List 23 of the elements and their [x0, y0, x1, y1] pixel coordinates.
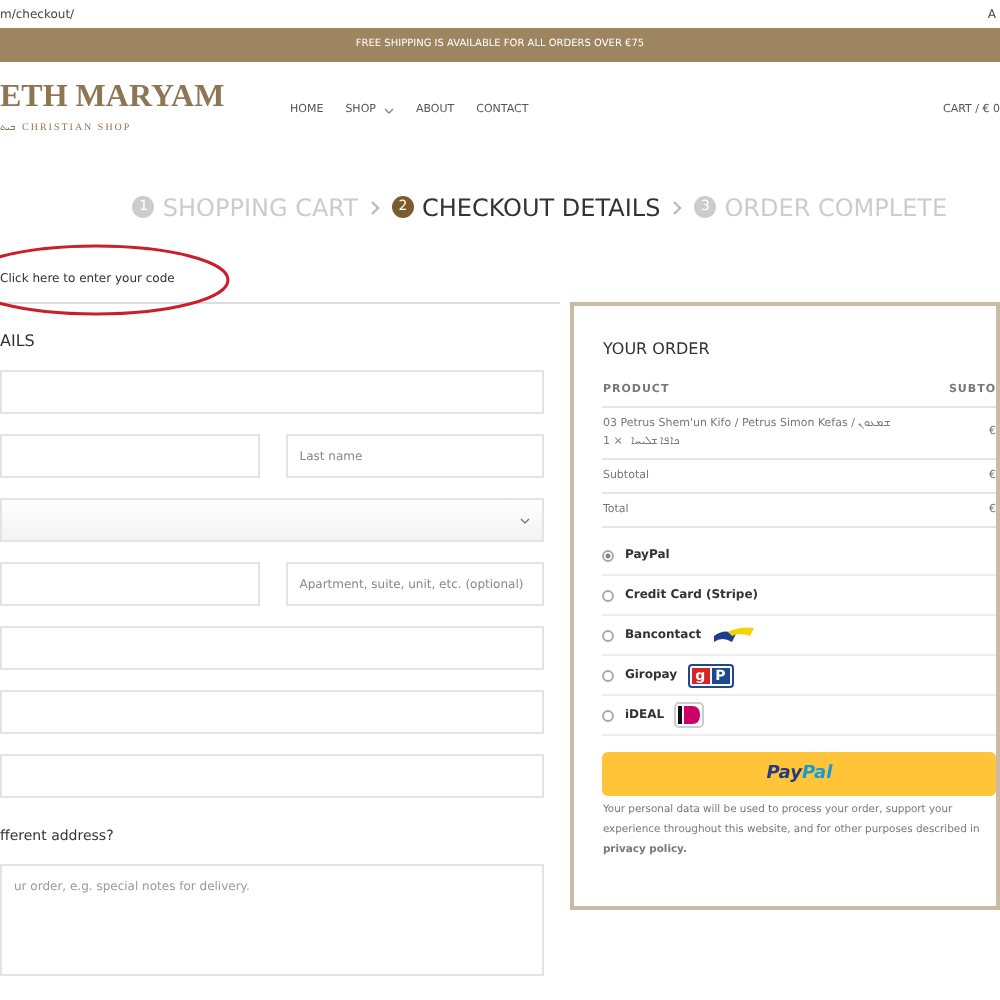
ideal-logo-icon [674, 702, 705, 729]
select-field[interactable] [0, 498, 545, 542]
input-field[interactable] [0, 626, 545, 670]
chevron-right-icon [369, 199, 380, 215]
input-field[interactable] [0, 434, 260, 478]
logo-title[interactable]: ETH MARYAM [0, 82, 280, 115]
panel-heading: YOUR ORDER [602, 338, 712, 362]
radio-button[interactable] [602, 629, 615, 642]
input-field[interactable] [0, 562, 260, 606]
input-field[interactable] [0, 370, 545, 414]
step-label: CHECKOUT DETAILS [421, 191, 661, 225]
paypal-button[interactable]: PayPal [602, 752, 996, 797]
radio-button[interactable] [602, 709, 615, 722]
input-field[interactable] [0, 754, 545, 798]
radio-button[interactable] [602, 549, 615, 562]
chevron-down-icon [520, 517, 531, 523]
radio-button[interactable] [602, 669, 615, 682]
bancontact-logo-icon [711, 623, 756, 648]
radio-button[interactable] [602, 589, 615, 602]
section-heading: AILS [0, 330, 37, 354]
input-field[interactable] [0, 690, 545, 734]
chevron-right-icon [672, 199, 683, 215]
chevron-down-icon [383, 107, 394, 113]
